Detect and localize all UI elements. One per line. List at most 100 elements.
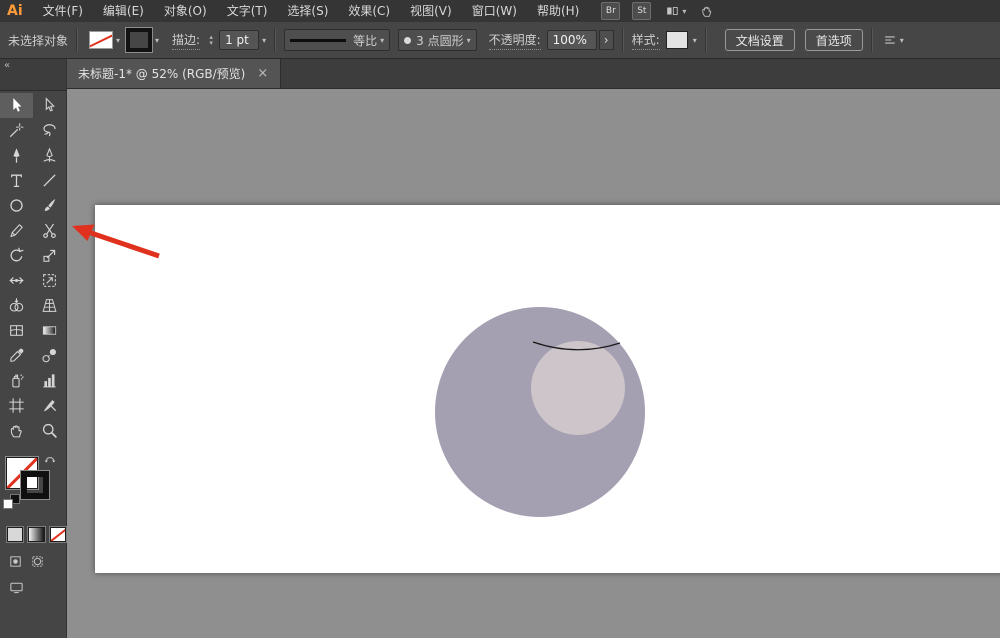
selection-tool[interactable]: [0, 93, 33, 118]
menu-file[interactable]: 文件(F): [33, 0, 93, 22]
arrange-documents-icon: [665, 4, 679, 18]
lasso-icon: [41, 122, 58, 139]
chevron-down-icon[interactable]: ▾: [262, 36, 266, 45]
type-tool[interactable]: [0, 168, 33, 193]
ellipse-tool[interactable]: [0, 193, 33, 218]
drawing-mode-buttons: [0, 542, 66, 569]
bridge-button[interactable]: Br: [601, 2, 620, 20]
menu-type[interactable]: 文字(T): [217, 0, 278, 22]
separator: [76, 28, 78, 52]
scissors-tool[interactable]: [33, 218, 66, 243]
panel-options-button[interactable]: ▾: [883, 33, 904, 47]
toolbar-collapse-button[interactable]: «: [0, 58, 66, 91]
blend-tool[interactable]: [33, 343, 66, 368]
chevron-down-icon: ▾: [116, 36, 120, 45]
default-fill-stroke-button[interactable]: [3, 494, 20, 509]
opacity-panel-link[interactable]: 不透明度:: [489, 31, 541, 50]
column-graph-tool[interactable]: [33, 368, 66, 393]
perspective-grid-tool[interactable]: [33, 293, 66, 318]
fill-color-dropdown[interactable]: ▾: [86, 29, 123, 51]
chevron-down-icon: ▾: [682, 7, 686, 16]
paint-style-buttons: [0, 515, 66, 542]
line-segment-tool[interactable]: [33, 168, 66, 193]
close-icon[interactable]: ×: [257, 67, 268, 80]
stroke-panel-link[interactable]: 描边:: [172, 31, 200, 50]
pencil-icon: [8, 222, 25, 239]
width-profile-label: 等比: [353, 32, 377, 49]
screen-mode-icon[interactable]: [8, 580, 25, 595]
menu-window[interactable]: 窗口(W): [462, 0, 527, 22]
width-tool[interactable]: [0, 268, 33, 293]
shape-builder-tool[interactable]: [0, 293, 33, 318]
line-icon: [41, 172, 58, 189]
chevron-down-icon: ▾: [155, 36, 159, 45]
stroke-color-swatch: [126, 28, 152, 52]
bar-graph-icon: [41, 372, 58, 389]
preferences-button[interactable]: 首选项: [805, 29, 863, 51]
direct-selection-tool[interactable]: [33, 93, 66, 118]
chevron-down-icon: ▾: [900, 36, 904, 45]
stepper-down-icon[interactable]: ▾: [206, 40, 216, 46]
stroke-width-input[interactable]: 1 pt: [219, 30, 259, 50]
opacity-panel-arrow[interactable]: ›: [599, 30, 614, 50]
draw-behind-icon[interactable]: [30, 554, 45, 569]
menu-object[interactable]: 对象(O): [154, 0, 217, 22]
slice-tool[interactable]: [33, 393, 66, 418]
symbol-sprayer-tool[interactable]: [0, 368, 33, 393]
eyedropper-icon: [8, 347, 25, 364]
paintbrush-tool[interactable]: [33, 193, 66, 218]
scale-tool[interactable]: [33, 243, 66, 268]
shape-builder-icon: [8, 297, 25, 314]
lasso-tool[interactable]: [33, 118, 66, 143]
gradient-tool[interactable]: [33, 318, 66, 343]
swap-fill-stroke-button[interactable]: [43, 452, 57, 464]
rotate-icon: [8, 247, 25, 264]
separator: [871, 28, 873, 52]
curvature-tool[interactable]: [33, 143, 66, 168]
style-panel-link[interactable]: 样式:: [632, 31, 660, 50]
rotate-tool[interactable]: [0, 243, 33, 268]
pencil-tool[interactable]: [0, 218, 33, 243]
brush-preview-dot: .: [404, 37, 411, 44]
stock-button[interactable]: St: [632, 2, 651, 20]
gesture-button[interactable]: [700, 4, 714, 18]
stroke-swatch[interactable]: [21, 471, 49, 499]
draw-normal-icon[interactable]: [8, 554, 23, 569]
document-tab-bar: 未标题-1* @ 52% (RGB/预览) ×: [66, 58, 1000, 89]
chevron-down-icon: ▾: [380, 36, 384, 45]
mesh-tool[interactable]: [0, 318, 33, 343]
menu-select[interactable]: 选择(S): [277, 0, 338, 22]
gradient-button[interactable]: [28, 527, 44, 542]
pasteboard[interactable]: [66, 88, 1000, 638]
free-transform-tool[interactable]: [33, 268, 66, 293]
opacity-value: 100%: [553, 33, 587, 47]
document-tab[interactable]: 未标题-1* @ 52% (RGB/预览) ×: [66, 58, 281, 88]
menu-help[interactable]: 帮助(H): [527, 0, 589, 22]
stroke-color-dropdown[interactable]: ▾: [123, 29, 162, 51]
arrange-documents-button[interactable]: ▾: [665, 4, 686, 18]
menu-effect[interactable]: 效果(C): [338, 0, 400, 22]
direct-selection-cursor-icon: [41, 97, 58, 114]
stroke-width-stepper[interactable]: ▴ ▾: [206, 34, 216, 46]
color-button[interactable]: [7, 527, 23, 542]
style-swatch[interactable]: [666, 31, 688, 49]
hand-tool[interactable]: [0, 418, 33, 443]
tools-panel: «: [0, 58, 67, 638]
opacity-input[interactable]: 100%: [547, 30, 597, 50]
pen-tool[interactable]: [0, 143, 33, 168]
artboard-tool[interactable]: [0, 393, 33, 418]
width-profile-dropdown[interactable]: 等比 ▾: [284, 29, 390, 51]
chevron-down-icon[interactable]: ▾: [693, 36, 697, 45]
menu-view[interactable]: 视图(V): [400, 0, 462, 22]
small-circle-shape[interactable]: [531, 341, 625, 435]
menu-edit[interactable]: 编辑(E): [93, 0, 154, 22]
magic-wand-tool[interactable]: [0, 118, 33, 143]
none-button[interactable]: [50, 527, 66, 542]
zoom-tool[interactable]: [33, 418, 66, 443]
perspective-grid-icon: [41, 297, 58, 314]
document-setup-button[interactable]: 文档设置: [725, 29, 795, 51]
eyedropper-tool[interactable]: [0, 343, 33, 368]
selection-status: 未选择对象: [8, 32, 68, 49]
brush-dropdown[interactable]: . 3 点圆形 ▾: [398, 29, 476, 51]
fill-stroke-control: [0, 457, 66, 515]
